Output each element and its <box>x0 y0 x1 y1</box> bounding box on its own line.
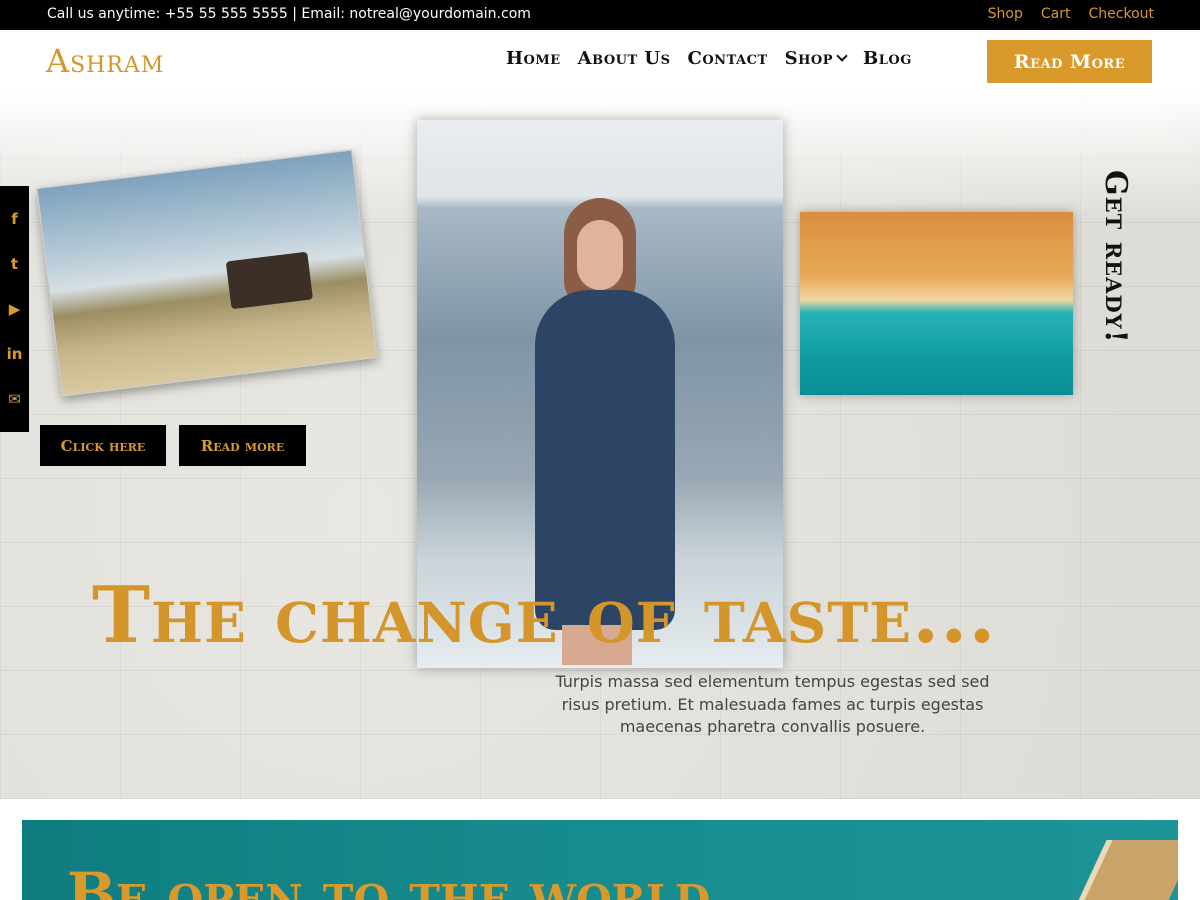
photo-tv-in-dunes <box>36 149 378 397</box>
twitter-icon[interactable]: t <box>6 255 24 273</box>
top-links: Shop Cart Checkout <box>988 6 1154 22</box>
get-ready-vertical: Get ready! <box>1093 170 1133 380</box>
site-logo[interactable]: Ashram <box>46 42 164 80</box>
banner-decoration <box>1069 840 1178 900</box>
nav-about-us[interactable]: About Us <box>578 48 671 69</box>
nav-home[interactable]: Home <box>506 48 561 69</box>
hero-title: The change of taste... <box>92 570 997 661</box>
nav-shop-label: Shop <box>784 48 834 69</box>
photo-beach-aerial <box>800 212 1073 395</box>
nav-contact[interactable]: Contact <box>688 48 768 69</box>
social-sidebar: f t ▶ in ✉ <box>0 186 29 432</box>
get-ready-text: Get ready! <box>1098 170 1133 344</box>
chevron-down-icon <box>836 50 848 62</box>
read-more-button[interactable]: Read more <box>179 425 306 466</box>
shop-link[interactable]: Shop <box>988 6 1023 22</box>
nav-shop[interactable]: Shop <box>784 48 848 69</box>
main-nav: Home About Us Contact Shop Blog <box>506 48 912 69</box>
youtube-icon[interactable]: ▶ <box>6 300 24 318</box>
click-here-button[interactable]: Click here <box>40 425 166 466</box>
checkout-link[interactable]: Checkout <box>1089 6 1155 22</box>
nav-blog[interactable]: Blog <box>863 48 912 69</box>
envelope-icon[interactable]: ✉ <box>6 390 24 408</box>
contact-info: Call us anytime: +55 55 555 5555 | Email… <box>47 6 531 22</box>
site-header: Ashram Home About Us Contact Shop Blog R… <box>0 30 1200 92</box>
girl-face-shape <box>577 220 623 290</box>
read-more-header-button[interactable]: Read More <box>987 40 1152 83</box>
facebook-icon[interactable]: f <box>6 210 24 228</box>
linkedin-icon[interactable]: in <box>6 345 24 363</box>
hero-description: Turpis massa sed elementum tempus egesta… <box>555 672 990 736</box>
cart-link[interactable]: Cart <box>1041 6 1071 22</box>
feature-banner: Be open to the world <box>22 820 1178 900</box>
top-bar: Call us anytime: +55 55 555 5555 | Email… <box>0 0 1200 30</box>
banner-title: Be open to the world <box>67 860 711 900</box>
tv-shape <box>225 251 313 310</box>
